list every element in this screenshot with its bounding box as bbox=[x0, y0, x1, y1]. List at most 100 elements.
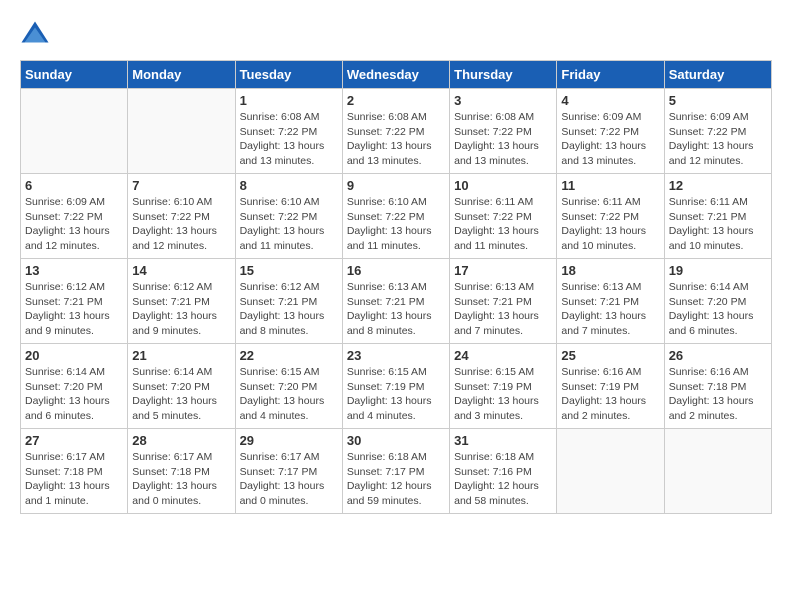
calendar-week-row: 6 Sunrise: 6:09 AM Sunset: 7:22 PM Daylig… bbox=[21, 174, 772, 259]
calendar-cell: 4Sunrise: 6:09 AM Sunset: 7:22 PM Daylig… bbox=[557, 89, 664, 174]
calendar-week-row: 1 Sunrise: 6:08 AM Sunset: 7:22 PM Daylig… bbox=[21, 89, 772, 174]
calendar-cell: 12 Sunrise: 6:11 AM Sunset: 7:21 PM Dayli… bbox=[664, 174, 771, 259]
calendar-cell: 21 Sunrise: 6:14 AM Sunset: 7:20 PM Dayli… bbox=[128, 344, 235, 429]
calendar-cell: 5 Sunrise: 6:09 AM Sunset: 7:22 PM Daylig… bbox=[664, 89, 771, 174]
day-of-week-header: Tuesday bbox=[235, 61, 342, 89]
day-info: Sunrise: 6:18 AM Sunset: 7:16 PM Dayligh… bbox=[454, 450, 552, 509]
day-info: Sunrise: 6:12 AM Sunset: 7:21 PM Dayligh… bbox=[132, 280, 230, 339]
day-info: Sunrise: 6:15 AM Sunset: 7:20 PM Dayligh… bbox=[240, 365, 338, 424]
day-info: Sunrise: 6:15 AM Sunset: 7:19 PM Dayligh… bbox=[454, 365, 552, 424]
calendar-cell: 2 Sunrise: 6:08 AM Sunset: 7:22 PM Daylig… bbox=[342, 89, 449, 174]
day-info: Sunrise: 6:08 AM Sunset: 7:22 PM Dayligh… bbox=[454, 110, 552, 169]
calendar-cell: 20 Sunrise: 6:14 AM Sunset: 7:20 PM Dayli… bbox=[21, 344, 128, 429]
calendar-cell: 10Sunrise: 6:11 AM Sunset: 7:22 PM Dayli… bbox=[450, 174, 557, 259]
day-info: Sunrise: 6:08 AM Sunset: 7:22 PM Dayligh… bbox=[347, 110, 445, 169]
calendar-cell: 27 Sunrise: 6:17 AM Sunset: 7:18 PM Dayli… bbox=[21, 429, 128, 514]
day-number: 16 bbox=[347, 263, 445, 278]
day-info: Sunrise: 6:14 AM Sunset: 7:20 PM Dayligh… bbox=[132, 365, 230, 424]
day-of-week-header: Thursday bbox=[450, 61, 557, 89]
day-info: Sunrise: 6:09 AM Sunset: 7:22 PM Dayligh… bbox=[25, 195, 123, 254]
day-number: 29 bbox=[240, 433, 338, 448]
day-number: 15 bbox=[240, 263, 338, 278]
day-info: Sunrise: 6:14 AM Sunset: 7:20 PM Dayligh… bbox=[669, 280, 767, 339]
day-number: 22 bbox=[240, 348, 338, 363]
logo-icon bbox=[20, 20, 50, 50]
day-info: Sunrise: 6:09 AM Sunset: 7:22 PM Dayligh… bbox=[669, 110, 767, 169]
day-number: 21 bbox=[132, 348, 230, 363]
calendar-cell: 29 Sunrise: 6:17 AM Sunset: 7:17 PM Dayli… bbox=[235, 429, 342, 514]
day-number: 13 bbox=[25, 263, 123, 278]
calendar-cell: 23 Sunrise: 6:15 AM Sunset: 7:19 PM Dayli… bbox=[342, 344, 449, 429]
calendar-cell: 24Sunrise: 6:15 AM Sunset: 7:19 PM Dayli… bbox=[450, 344, 557, 429]
day-number: 12 bbox=[669, 178, 767, 193]
day-number: 6 bbox=[25, 178, 123, 193]
day-info: Sunrise: 6:11 AM Sunset: 7:22 PM Dayligh… bbox=[561, 195, 659, 254]
calendar-cell: 17 Sunrise: 6:13 AM Sunset: 7:21 PM Dayli… bbox=[450, 259, 557, 344]
calendar-week-row: 20 Sunrise: 6:14 AM Sunset: 7:20 PM Dayli… bbox=[21, 344, 772, 429]
day-number: 19 bbox=[669, 263, 767, 278]
day-number: 10 bbox=[454, 178, 552, 193]
day-number: 20 bbox=[25, 348, 123, 363]
calendar-cell bbox=[21, 89, 128, 174]
calendar-cell: 13 Sunrise: 6:12 AM Sunset: 7:21 PM Dayli… bbox=[21, 259, 128, 344]
calendar-cell: 18Sunrise: 6:13 AM Sunset: 7:21 PM Dayli… bbox=[557, 259, 664, 344]
day-info: Sunrise: 6:13 AM Sunset: 7:21 PM Dayligh… bbox=[561, 280, 659, 339]
day-number: 3 bbox=[454, 93, 552, 108]
calendar-cell bbox=[664, 429, 771, 514]
day-number: 30 bbox=[347, 433, 445, 448]
page-header bbox=[20, 20, 772, 50]
calendar-table: SundayMondayTuesdayWednesdayThursdayFrid… bbox=[20, 60, 772, 514]
day-info: Sunrise: 6:09 AM Sunset: 7:22 PM Dayligh… bbox=[561, 110, 659, 169]
day-number: 23 bbox=[347, 348, 445, 363]
day-info: Sunrise: 6:17 AM Sunset: 7:17 PM Dayligh… bbox=[240, 450, 338, 509]
day-number: 17 bbox=[454, 263, 552, 278]
day-number: 27 bbox=[25, 433, 123, 448]
day-info: Sunrise: 6:15 AM Sunset: 7:19 PM Dayligh… bbox=[347, 365, 445, 424]
day-of-week-header: Monday bbox=[128, 61, 235, 89]
day-info: Sunrise: 6:13 AM Sunset: 7:21 PM Dayligh… bbox=[454, 280, 552, 339]
day-info: Sunrise: 6:16 AM Sunset: 7:19 PM Dayligh… bbox=[561, 365, 659, 424]
day-number: 14 bbox=[132, 263, 230, 278]
calendar-cell: 15 Sunrise: 6:12 AM Sunset: 7:21 PM Dayli… bbox=[235, 259, 342, 344]
calendar-cell: 11 Sunrise: 6:11 AM Sunset: 7:22 PM Dayli… bbox=[557, 174, 664, 259]
calendar-cell: 30 Sunrise: 6:18 AM Sunset: 7:17 PM Dayli… bbox=[342, 429, 449, 514]
calendar-cell: 28 Sunrise: 6:17 AM Sunset: 7:18 PM Dayli… bbox=[128, 429, 235, 514]
day-number: 9 bbox=[347, 178, 445, 193]
day-number: 31 bbox=[454, 433, 552, 448]
day-info: Sunrise: 6:12 AM Sunset: 7:21 PM Dayligh… bbox=[25, 280, 123, 339]
day-info: Sunrise: 6:17 AM Sunset: 7:18 PM Dayligh… bbox=[132, 450, 230, 509]
day-number: 7 bbox=[132, 178, 230, 193]
day-of-week-header: Friday bbox=[557, 61, 664, 89]
day-number: 26 bbox=[669, 348, 767, 363]
day-number: 5 bbox=[669, 93, 767, 108]
calendar-cell: 6 Sunrise: 6:09 AM Sunset: 7:22 PM Daylig… bbox=[21, 174, 128, 259]
calendar-cell: 16Sunrise: 6:13 AM Sunset: 7:21 PM Dayli… bbox=[342, 259, 449, 344]
day-number: 1 bbox=[240, 93, 338, 108]
calendar-header-row: SundayMondayTuesdayWednesdayThursdayFrid… bbox=[21, 61, 772, 89]
day-number: 28 bbox=[132, 433, 230, 448]
calendar-cell: 3 Sunrise: 6:08 AM Sunset: 7:22 PM Daylig… bbox=[450, 89, 557, 174]
calendar-cell bbox=[128, 89, 235, 174]
calendar-week-row: 13 Sunrise: 6:12 AM Sunset: 7:21 PM Dayli… bbox=[21, 259, 772, 344]
logo bbox=[20, 20, 54, 50]
calendar-cell: 26Sunrise: 6:16 AM Sunset: 7:18 PM Dayli… bbox=[664, 344, 771, 429]
calendar-cell: 19 Sunrise: 6:14 AM Sunset: 7:20 PM Dayli… bbox=[664, 259, 771, 344]
calendar-cell: 9Sunrise: 6:10 AM Sunset: 7:22 PM Daylig… bbox=[342, 174, 449, 259]
day-number: 25 bbox=[561, 348, 659, 363]
day-info: Sunrise: 6:17 AM Sunset: 7:18 PM Dayligh… bbox=[25, 450, 123, 509]
day-info: Sunrise: 6:18 AM Sunset: 7:17 PM Dayligh… bbox=[347, 450, 445, 509]
day-number: 2 bbox=[347, 93, 445, 108]
day-number: 11 bbox=[561, 178, 659, 193]
day-info: Sunrise: 6:10 AM Sunset: 7:22 PM Dayligh… bbox=[132, 195, 230, 254]
calendar-cell: 22 Sunrise: 6:15 AM Sunset: 7:20 PM Dayli… bbox=[235, 344, 342, 429]
day-info: Sunrise: 6:12 AM Sunset: 7:21 PM Dayligh… bbox=[240, 280, 338, 339]
day-info: Sunrise: 6:11 AM Sunset: 7:21 PM Dayligh… bbox=[669, 195, 767, 254]
calendar-cell: 25 Sunrise: 6:16 AM Sunset: 7:19 PM Dayli… bbox=[557, 344, 664, 429]
day-info: Sunrise: 6:14 AM Sunset: 7:20 PM Dayligh… bbox=[25, 365, 123, 424]
day-info: Sunrise: 6:08 AM Sunset: 7:22 PM Dayligh… bbox=[240, 110, 338, 169]
day-of-week-header: Sunday bbox=[21, 61, 128, 89]
calendar-cell: 31 Sunrise: 6:18 AM Sunset: 7:16 PM Dayli… bbox=[450, 429, 557, 514]
day-number: 8 bbox=[240, 178, 338, 193]
calendar-cell: 14 Sunrise: 6:12 AM Sunset: 7:21 PM Dayli… bbox=[128, 259, 235, 344]
calendar-cell bbox=[557, 429, 664, 514]
